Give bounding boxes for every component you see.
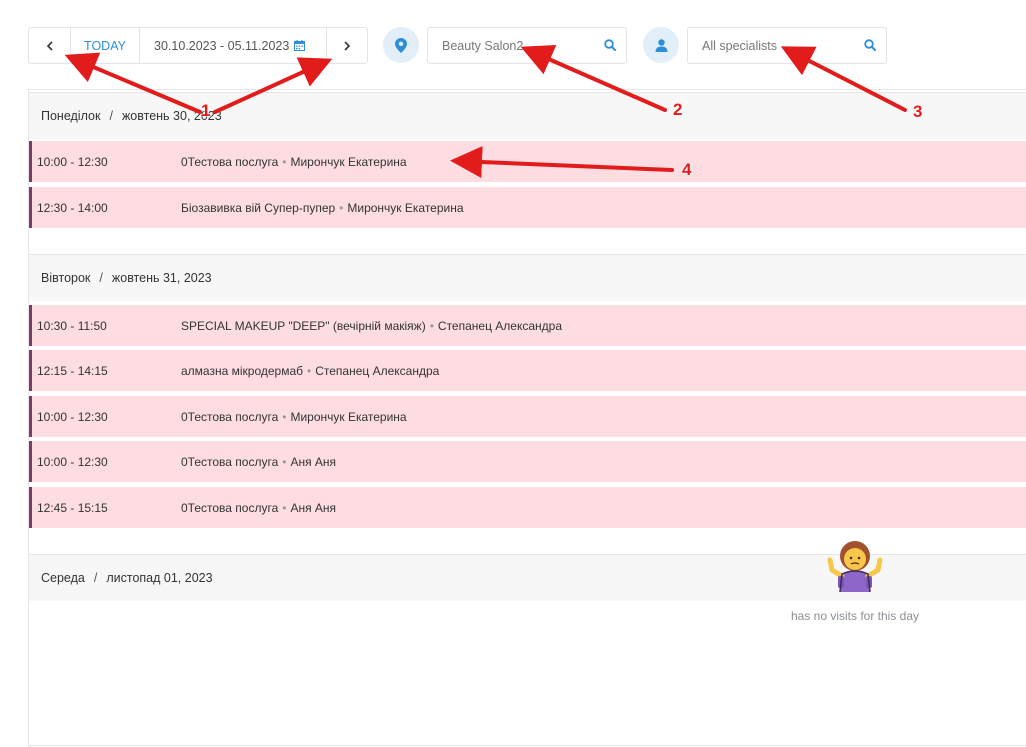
day-date: листопад 01, 2023: [106, 571, 213, 585]
visit-row[interactable]: 12:30 - 14:00 Біозавивка вій Супер-пупер…: [29, 187, 1026, 228]
chevron-right-icon: [344, 40, 351, 51]
visit-specialist: Мирончук Екатерина: [347, 200, 464, 215]
visit-specialist: Мирончук Екатерина: [290, 154, 407, 169]
date-range-text: 30.10.2023 - 05.11.2023: [154, 38, 290, 53]
page: TODAY 30.10.2023 - 05.11.2023 Beauty Sal…: [0, 0, 1026, 747]
visit-service: алмазна мікродермаб: [181, 363, 303, 378]
visit-time: 10:00 - 12:30: [37, 154, 108, 169]
chevron-left-icon: [46, 40, 53, 51]
next-week-button[interactable]: [326, 28, 367, 63]
day-separator: /: [93, 571, 98, 585]
visit-specialist: Степанец Александра: [437, 318, 563, 333]
person-shrugging-icon: [827, 541, 883, 593]
visit-dot: •: [282, 154, 287, 169]
annotation-number: 4: [682, 160, 692, 179]
visit-row[interactable]: 10:00 - 12:30 0Тестова послуга • Мирончу…: [29, 141, 1026, 182]
day-weekday: Середа: [41, 571, 85, 585]
visit-dot: •: [429, 318, 434, 333]
map-pin-icon: [395, 37, 407, 53]
calendar-icon: [294, 40, 306, 51]
day-header: Понеділок / жовтень 30, 2023: [29, 92, 1026, 139]
prev-week-button[interactable]: [29, 28, 70, 63]
visit-dot: •: [307, 363, 312, 378]
visit-service: 0Тестова послуга: [181, 454, 279, 469]
visit-time: 12:30 - 14:00: [37, 200, 108, 215]
search-icon: [864, 39, 876, 51]
visit-dot: •: [339, 200, 344, 215]
day-separator: /: [109, 109, 113, 123]
today-button[interactable]: TODAY: [70, 28, 139, 63]
date-navigation: TODAY 30.10.2023 - 05.11.2023: [28, 27, 368, 64]
empty-state-text: has no visits for this day: [790, 609, 920, 623]
annotation-number: 2: [673, 100, 683, 119]
visit-service: 0Тестова послуга: [181, 154, 279, 169]
search-icon: [604, 39, 616, 51]
visit-time: 12:45 - 15:15: [37, 500, 108, 515]
location-value: Beauty Salon2: [442, 38, 524, 53]
user-icon: [655, 38, 667, 52]
visit-row[interactable]: 12:15 - 14:15 алмазна мікродермаб • Степ…: [29, 350, 1026, 391]
visit-time: 10:30 - 11:50: [37, 318, 107, 333]
visit-row[interactable]: 10:00 - 12:30 0Тестова послуга • Аня Аня: [29, 441, 1026, 482]
visit-dot: •: [282, 409, 287, 424]
visit-specialist: Степанец Александра: [315, 363, 440, 378]
specialist-select[interactable]: All specialists: [687, 27, 887, 64]
panel-divider: [29, 745, 1026, 746]
empty-state: has no visits for this day: [790, 538, 920, 623]
visit-time: 12:15 - 14:15: [37, 363, 108, 378]
date-range-picker[interactable]: 30.10.2023 - 05.11.2023: [139, 28, 326, 63]
visit-specialist: Аня Аня: [290, 500, 337, 515]
specialist-badge: [643, 27, 679, 63]
visit-specialist: Мирончук Екатерина: [290, 409, 407, 424]
day-separator: /: [99, 271, 103, 285]
visit-service: 0Тестова послуга: [181, 500, 279, 515]
visit-service: Біозавивка вій Супер-пупер: [181, 200, 336, 215]
visit-service: 0Тестова послуга: [181, 409, 279, 424]
day-header: Вівторок / жовтень 31, 2023: [29, 254, 1026, 301]
visit-service: SPECIAL MAKEUP "DEEP" (вечірній макіяж): [181, 318, 426, 333]
visit-time: 10:00 - 12:30: [37, 454, 108, 469]
day-weekday: Вівторок: [41, 271, 91, 285]
visit-row[interactable]: 10:30 - 11:50 SPECIAL MAKEUP "DEEP" (веч…: [29, 305, 1026, 346]
schedule-panel: Понеділок / жовтень 30, 2023 10:00 - 12:…: [28, 89, 1026, 747]
location-badge: [383, 27, 419, 63]
visit-specialist: Аня Аня: [290, 454, 337, 469]
visit-dot: •: [282, 500, 287, 515]
day-weekday: Понеділок: [41, 109, 101, 123]
date-nav-group: TODAY 30.10.2023 - 05.11.2023: [28, 27, 368, 64]
location-select[interactable]: Beauty Salon2: [427, 27, 627, 64]
visit-dot: •: [282, 454, 287, 469]
annotation-number: 3: [913, 102, 923, 121]
specialist-value: All specialists: [702, 38, 778, 53]
visit-row[interactable]: 10:00 - 12:30 0Тестова послуга • Мирончу…: [29, 396, 1026, 437]
annotation-number: 1: [201, 101, 211, 120]
visit-row[interactable]: 12:45 - 15:15 0Тестова послуга • Аня Аня: [29, 487, 1026, 528]
visit-time: 10:00 - 12:30: [37, 409, 108, 424]
day-date: жовтень 31, 2023: [111, 271, 212, 285]
